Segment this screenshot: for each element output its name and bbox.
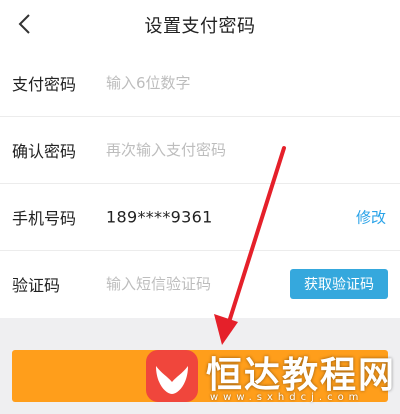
phone-number-value: 189****9361: [106, 207, 213, 227]
pay-password-row: 支付密码: [0, 50, 400, 117]
verify-code-input[interactable]: [106, 275, 276, 293]
pay-password-label: 支付密码: [12, 75, 77, 94]
confirm-password-label: 确认密码: [12, 142, 77, 161]
confirm-password-input[interactable]: [106, 141, 286, 159]
submit-button[interactable]: [12, 350, 388, 402]
phone-label: 手机号码: [12, 209, 77, 228]
phone-row: 手机号码 189****9361 修改: [0, 184, 400, 251]
get-verify-code-button[interactable]: 获取验证码: [290, 269, 388, 299]
pay-password-input[interactable]: [106, 74, 286, 92]
verify-code-label: 验证码: [12, 276, 61, 295]
payment-password-form: 支付密码 确认密码 手机号码 189****9361 修改 验证码 获取验证码: [0, 50, 400, 317]
modify-phone-link[interactable]: 修改: [356, 207, 386, 228]
confirm-password-row: 确认密码: [0, 117, 400, 184]
verify-code-row: 验证码 获取验证码: [0, 251, 400, 317]
page-title: 设置支付密码: [144, 16, 256, 37]
top-bar: 设置支付密码: [0, 0, 400, 50]
